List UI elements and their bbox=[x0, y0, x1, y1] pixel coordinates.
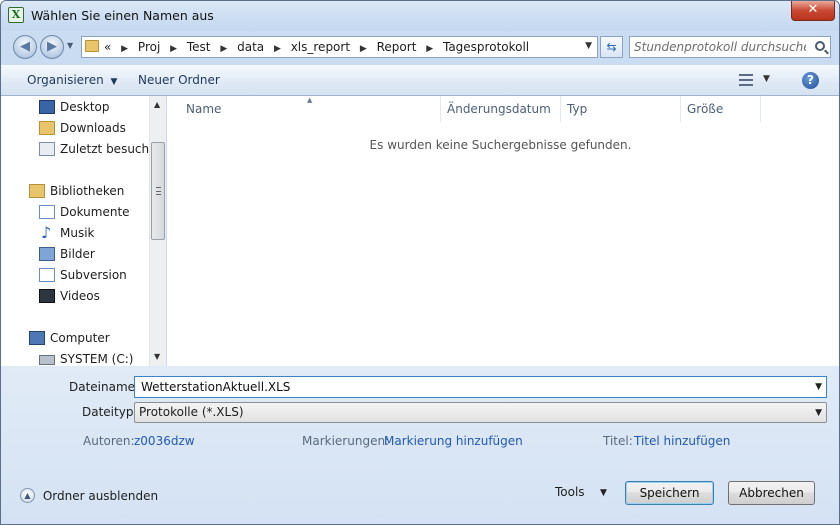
recent-locations-dropdown[interactable]: ▼ bbox=[67, 41, 73, 50]
sidebar-item-label: Bibliotheken bbox=[50, 184, 125, 198]
music-icon bbox=[39, 223, 55, 242]
computer-icon bbox=[29, 331, 45, 345]
address-row: ◀ ▶ ▼ « ▶ Proj ▶ Test ▶ data ▶ xls_repor… bbox=[1, 31, 839, 65]
save-button[interactable]: Speichern bbox=[625, 481, 714, 505]
file-list: ▲ Name Änderungsdatum Typ Größe Es wurde… bbox=[167, 96, 839, 366]
address-bar[interactable]: « ▶ Proj ▶ Test ▶ data ▶ xls_report ▶ Re… bbox=[81, 36, 598, 58]
breadcrumb: « ▶ Proj ▶ Test ▶ data ▶ xls_report ▶ Re… bbox=[104, 40, 529, 54]
authors-label: Autoren: bbox=[83, 434, 135, 448]
column-header-name[interactable]: Name bbox=[186, 102, 221, 116]
sidebar-item-label: Downloads bbox=[60, 121, 126, 135]
help-icon[interactable]: ? bbox=[802, 72, 819, 89]
drive-icon bbox=[39, 355, 55, 365]
forward-button[interactable]: ▶ bbox=[40, 35, 64, 59]
breadcrumb-item[interactable]: xls_report bbox=[291, 40, 350, 54]
filetype-select[interactable]: Protokolle (*.XLS) ▼ bbox=[134, 402, 827, 423]
sidebar-item-label: Subversion bbox=[60, 268, 127, 282]
filetype-value: Protokolle (*.XLS) bbox=[139, 405, 244, 419]
filetype-label: Dateityp: bbox=[82, 405, 138, 419]
scrollbar-thumb[interactable] bbox=[151, 142, 165, 240]
title-bar: X Wählen Sie einen Namen aus ✕ bbox=[1, 1, 839, 31]
chevron-down-icon: ▼ bbox=[110, 77, 118, 87]
sidebar-item-label: Bilder bbox=[60, 247, 95, 261]
view-dropdown-icon[interactable]: ▼ bbox=[763, 74, 770, 84]
sidebar-item-label: Zuletzt besucht bbox=[60, 142, 154, 156]
navigation-scrollbar[interactable]: ▲ ▼ bbox=[149, 96, 166, 366]
breadcrumb-item[interactable]: Tagesprotokoll bbox=[443, 40, 529, 54]
save-dialog: X Wählen Sie einen Namen aus ✕ ◀ ▶ ▼ « ▶… bbox=[0, 0, 840, 525]
address-dropdown-icon[interactable]: ▼ bbox=[585, 41, 592, 51]
documents-icon bbox=[39, 205, 55, 219]
sidebar-item-label: Musik bbox=[60, 226, 95, 240]
column-divider[interactable] bbox=[760, 96, 761, 122]
search-input[interactable] bbox=[632, 38, 808, 56]
column-divider[interactable] bbox=[560, 96, 561, 122]
add-tag-link[interactable]: Markierung hinzufügen bbox=[384, 434, 523, 448]
breadcrumb-item[interactable]: data bbox=[237, 40, 264, 54]
downloads-folder-icon bbox=[39, 121, 55, 135]
recent-places-icon bbox=[39, 142, 55, 156]
pictures-icon bbox=[39, 247, 55, 261]
authors-value[interactable]: z0036dzw bbox=[134, 434, 195, 448]
search-icon[interactable] bbox=[815, 41, 825, 51]
column-header-date[interactable]: Änderungsdatum bbox=[447, 102, 551, 116]
sidebar-item-label: Videos bbox=[60, 289, 100, 303]
cancel-button[interactable]: Abbrechen bbox=[728, 481, 815, 505]
sort-ascending-icon: ▲ bbox=[307, 96, 313, 104]
desktop-icon bbox=[39, 100, 55, 114]
chevron-down-icon[interactable]: ▼ bbox=[815, 382, 822, 392]
organize-label: Organisieren bbox=[27, 73, 104, 87]
title-label: Titel: bbox=[603, 434, 633, 448]
folder-icon bbox=[85, 40, 99, 52]
hide-folders-label: Ordner ausblenden bbox=[42, 488, 159, 503]
chevron-down-icon[interactable]: ▼ bbox=[600, 488, 607, 498]
breadcrumb-item[interactable]: Proj bbox=[138, 40, 160, 54]
filename-combobox[interactable]: ▼ bbox=[134, 376, 827, 398]
hide-folders-button[interactable]: ▲ Ordner ausblenden bbox=[20, 488, 158, 503]
sidebar-item-label: Dokumente bbox=[60, 205, 130, 219]
close-button[interactable]: ✕ bbox=[791, 1, 835, 21]
filename-input[interactable] bbox=[139, 378, 799, 396]
breadcrumb-separator-icon[interactable]: ▶ bbox=[426, 44, 433, 54]
breadcrumb-separator-icon[interactable]: ▶ bbox=[170, 44, 177, 54]
dialog-title: Wählen Sie einen Namen aus bbox=[31, 8, 214, 23]
breadcrumb-item[interactable]: Report bbox=[377, 40, 417, 54]
sidebar-item-label: Computer bbox=[50, 331, 110, 345]
view-options-icon[interactable] bbox=[739, 74, 753, 86]
save-form: Dateiname: ▼ Dateityp: Protokolle (*.XLS… bbox=[1, 366, 839, 524]
search-box[interactable] bbox=[629, 36, 831, 58]
filename-label: Dateiname: bbox=[69, 380, 140, 394]
breadcrumb-separator-icon[interactable]: ▶ bbox=[220, 44, 227, 54]
column-divider[interactable] bbox=[680, 96, 681, 122]
sidebar-item-label: Desktop bbox=[60, 100, 110, 114]
new-folder-button[interactable]: Neuer Ordner bbox=[138, 73, 220, 87]
libraries-icon bbox=[29, 184, 45, 198]
breadcrumb-separator-icon[interactable]: ▶ bbox=[360, 44, 367, 54]
subversion-icon bbox=[39, 268, 55, 282]
chevron-up-icon: ▲ bbox=[20, 488, 35, 503]
back-button[interactable]: ◀ bbox=[13, 35, 37, 59]
navigation-pane: Desktop Downloads Zuletzt besucht Biblio… bbox=[1, 96, 166, 366]
videos-icon bbox=[39, 289, 55, 303]
breadcrumb-separator-icon[interactable]: ▶ bbox=[274, 44, 281, 54]
column-divider[interactable] bbox=[440, 96, 441, 122]
refresh-button[interactable]: ⇆ bbox=[600, 36, 623, 58]
empty-results-message: Es wurden keine Suchergebnisse gefunden. bbox=[369, 138, 632, 152]
excel-icon: X bbox=[8, 7, 24, 23]
tags-label: Markierungen: bbox=[302, 434, 390, 448]
breadcrumb-overflow[interactable]: « bbox=[104, 40, 111, 54]
scroll-up-icon[interactable]: ▲ bbox=[154, 100, 160, 109]
scroll-down-icon[interactable]: ▼ bbox=[154, 352, 160, 361]
breadcrumb-item[interactable]: Test bbox=[187, 40, 211, 54]
column-header-type[interactable]: Typ bbox=[567, 102, 587, 116]
sidebar-item-label: SYSTEM (C:) bbox=[60, 352, 134, 366]
add-title-link[interactable]: Titel hinzufügen bbox=[634, 434, 730, 448]
grip-icon bbox=[156, 187, 161, 195]
command-bar: Organisieren ▼ Neuer Ordner ▼ ? bbox=[1, 65, 839, 96]
tools-button[interactable]: Tools bbox=[555, 485, 585, 499]
column-header-size[interactable]: Größe bbox=[687, 102, 723, 116]
organize-button[interactable]: Organisieren ▼ bbox=[27, 73, 117, 87]
chevron-down-icon[interactable]: ▼ bbox=[815, 408, 822, 418]
breadcrumb-separator-icon[interactable]: ▶ bbox=[121, 44, 128, 54]
